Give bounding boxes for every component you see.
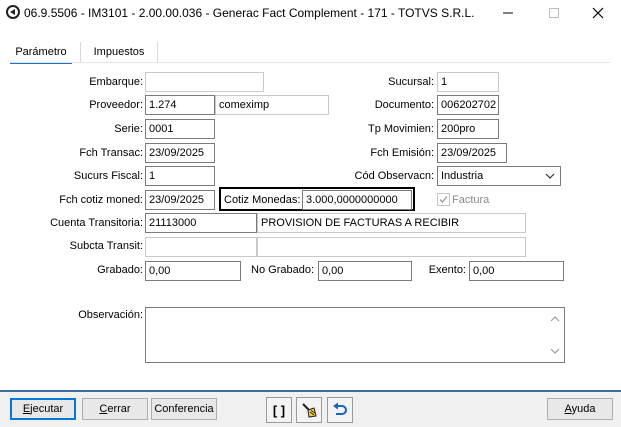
cuenta-transitoria-field[interactable]: 21113000 — [145, 213, 257, 233]
serie-label: Serie: — [114, 123, 143, 135]
tab-impuestos[interactable]: Impuestos — [80, 42, 158, 62]
button-label: yuda — [571, 403, 596, 415]
fch-cotiz-moned-label: Fch cotiz moned: — [59, 194, 143, 206]
broom-icon — [302, 403, 317, 418]
conferencia-button[interactable]: Conferencia — [151, 398, 217, 420]
subcta-transit-label: Subcta Transit: — [69, 240, 143, 252]
ejecutar-button[interactable]: Ejecutar — [10, 398, 76, 420]
close-button[interactable] — [575, 0, 621, 26]
no-grabado-label: No Grabado: — [251, 264, 314, 276]
fch-transac-field[interactable]: 23/09/2025 — [145, 143, 215, 163]
proveedor-label: Proveedor: — [89, 99, 143, 111]
observacion-label: Observación: — [78, 309, 143, 321]
tp-movimien-label: Tp Movimien: — [367, 123, 434, 135]
subcta-transit-field[interactable] — [145, 237, 257, 257]
title-bar: 06.9.5506 - IM3101 - 2.00.00.036 - Gener… — [0, 0, 621, 26]
minimize-icon — [503, 12, 513, 14]
tab-divider — [10, 62, 610, 63]
sucursal-field: 1 — [437, 72, 499, 92]
grabado-field[interactable]: 0,00 — [145, 261, 241, 281]
maximize-icon — [549, 8, 559, 18]
chevron-down-icon — [545, 173, 555, 179]
minimize-button[interactable] — [485, 0, 531, 26]
fch-cotiz-moned-field[interactable]: 23/09/2025 — [145, 190, 215, 210]
factura-label: Factura — [452, 194, 490, 206]
cotiz-monedas-field[interactable]: 3.000,0000000000 — [302, 190, 412, 210]
maximize-button[interactable] — [531, 0, 577, 26]
sucurs-fiscal-field[interactable]: 1 — [145, 166, 215, 186]
cod-observacn-label: Cód Observacn: — [354, 170, 434, 182]
subcta-transit-desc — [257, 237, 526, 257]
sucursal-label: Sucursal: — [388, 76, 434, 88]
proveedor-name-field: comeximp — [215, 95, 329, 115]
proveedor-field[interactable]: 1.274 — [145, 95, 215, 115]
tab-parametro[interactable]: Parámetro — [10, 42, 72, 64]
factura-checkbox[interactable] — [437, 193, 450, 206]
brackets-button[interactable]: [ ] — [266, 397, 292, 423]
window-title: 06.9.5506 - IM3101 - 2.00.00.036 - Gener… — [24, 6, 475, 20]
observacion-textarea[interactable] — [145, 307, 565, 363]
grabado-label: Grabado: — [97, 264, 143, 276]
clear-button[interactable] — [296, 397, 322, 423]
cuenta-transitoria-desc: PROVISION DE FACTURAS A RECIBIR — [257, 213, 526, 233]
tab-label: Impuestos — [93, 46, 145, 58]
fch-transac-label: Fch Transac: — [79, 147, 143, 159]
cod-observacn-select[interactable]: Industria — [437, 166, 561, 186]
undo-icon — [333, 402, 347, 415]
app-icon — [6, 5, 20, 19]
embarque-field[interactable] — [145, 72, 264, 92]
exento-label: Exento: — [428, 264, 466, 276]
button-label: errar — [107, 403, 131, 415]
exento-field[interactable]: 0,00 — [469, 261, 564, 281]
tab-label: Parámetro — [15, 46, 67, 58]
sucurs-fiscal-label: Sucurs Fiscal: — [73, 170, 143, 182]
documento-label: Documento: — [374, 99, 434, 111]
button-label: Conferencia — [154, 403, 214, 415]
cod-observacn-value: Industria — [441, 170, 484, 182]
scroll-up-icon[interactable] — [550, 314, 560, 324]
documento-field[interactable]: 006202702 — [437, 95, 499, 115]
no-grabado-field[interactable]: 0,00 — [318, 261, 412, 281]
undo-button[interactable] — [327, 397, 353, 423]
app-window: 06.9.5506 - IM3101 - 2.00.00.036 - Gener… — [0, 0, 621, 427]
brackets-label: [ ] — [272, 402, 286, 418]
close-icon — [592, 7, 604, 19]
cotiz-monedas-label: Cotiz Monedas: — [224, 194, 301, 206]
embarque-label: Embarque: — [89, 76, 143, 88]
ayuda-button[interactable]: Ayuda — [547, 398, 613, 420]
serie-field[interactable]: 0001 — [145, 119, 215, 139]
cuenta-transitoria-label: Cuenta Transitoria: — [50, 217, 143, 229]
fch-emision-field[interactable]: 23/09/2025 — [437, 143, 507, 163]
accel-key: A — [564, 403, 572, 415]
scroll-down-icon[interactable] — [550, 346, 560, 356]
fch-emision-label: Fch Emisión: — [370, 147, 434, 159]
cerrar-button[interactable]: Cerrar — [82, 398, 148, 420]
tp-movimien-field[interactable]: 200pro — [437, 119, 499, 139]
button-label: jecutar — [30, 403, 64, 415]
check-icon — [439, 196, 448, 203]
